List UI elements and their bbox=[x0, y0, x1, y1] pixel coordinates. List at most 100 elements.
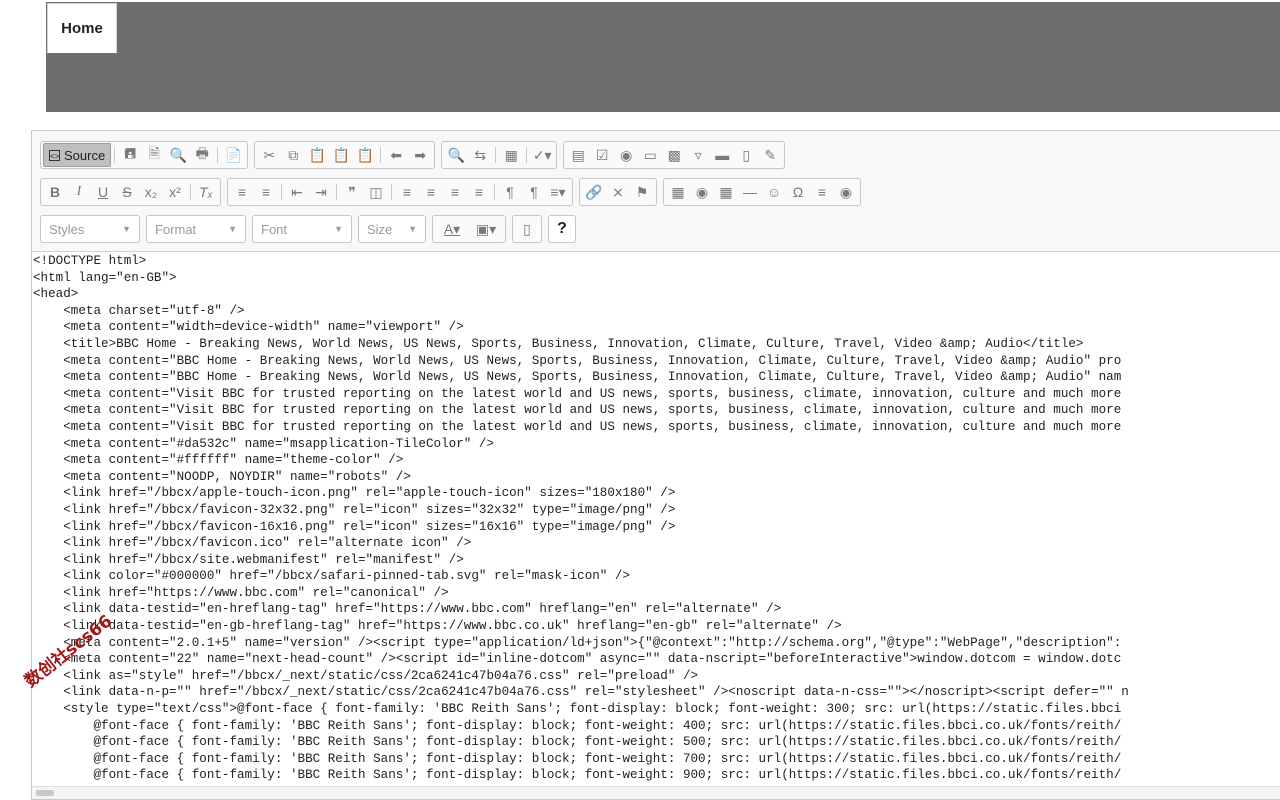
code-line: <link color="#000000" href="/bbcx/safari… bbox=[33, 569, 631, 584]
replace-icon[interactable]: ⇆ bbox=[468, 143, 492, 167]
tab-home[interactable]: Home bbox=[47, 3, 117, 53]
button-field-icon[interactable]: ▬ bbox=[710, 143, 734, 167]
code-line: @font-face { font-family: 'BBC Reith San… bbox=[33, 768, 1122, 783]
font-label: Font bbox=[261, 221, 288, 237]
code-line: <meta content="BBC Home - Breaking News,… bbox=[33, 370, 1122, 385]
redo-icon[interactable]: ➡ bbox=[408, 143, 432, 167]
code-line: <link href="https://www.bbc.com" rel="ca… bbox=[33, 585, 449, 600]
source-button[interactable]: <> Source bbox=[43, 143, 112, 167]
text-color-icon[interactable]: A▾ bbox=[435, 217, 469, 241]
paste-text-icon[interactable]: 📋 bbox=[329, 143, 353, 167]
size-dropdown[interactable]: Size ▼ bbox=[358, 215, 426, 243]
select-field-icon[interactable]: ▿ bbox=[686, 143, 710, 167]
image-button-icon[interactable]: ▯ bbox=[734, 143, 758, 167]
italic-icon[interactable]: I bbox=[67, 180, 91, 204]
format-dropdown[interactable]: Format ▼ bbox=[146, 215, 246, 243]
help-button[interactable]: ? bbox=[548, 215, 576, 243]
format-label: Format bbox=[155, 221, 197, 237]
blockquote-icon[interactable]: ❞ bbox=[340, 180, 364, 204]
toolbar-separator bbox=[336, 184, 337, 200]
text-direction-rtl-icon[interactable]: ¶ bbox=[522, 180, 546, 204]
select-all-icon[interactable]: ▦ bbox=[499, 143, 523, 167]
toolbar-group-paragraph: ≡ ≡ ⇤ ⇥ ❞ ◫ ≡ ≡ ≡ ≡ ¶ ¶ ≡▾ bbox=[227, 178, 573, 206]
code-line: <meta content="Visit BBC for trusted rep… bbox=[33, 403, 1122, 418]
text-field-icon[interactable]: ▭ bbox=[638, 143, 662, 167]
outdent-icon[interactable]: ⇤ bbox=[285, 180, 309, 204]
code-line: <meta content="width=device-width" name=… bbox=[33, 320, 464, 335]
code-line: <link as="style" href="/bbcx/_next/stati… bbox=[33, 668, 699, 683]
code-line: <meta content="#da532c" name="msapplicat… bbox=[33, 436, 495, 451]
superscript-icon[interactable]: x² bbox=[163, 180, 187, 204]
cut-icon[interactable]: ✂ bbox=[257, 143, 281, 167]
bulleted-list-icon[interactable]: ≡ bbox=[254, 180, 278, 204]
smiley-icon[interactable]: ☺ bbox=[762, 180, 786, 204]
code-line: <link href="/bbcx/favicon-32x32.png" rel… bbox=[33, 502, 676, 517]
size-label: Size bbox=[367, 221, 393, 237]
unlink-icon[interactable]: ⨯ bbox=[606, 180, 630, 204]
templates-icon[interactable]: 📄 bbox=[221, 143, 245, 167]
tab-bar bbox=[46, 2, 1280, 112]
font-dropdown[interactable]: Font ▼ bbox=[252, 215, 352, 243]
language-icon[interactable]: ≡▾ bbox=[546, 180, 570, 204]
indent-icon[interactable]: ⇥ bbox=[309, 180, 333, 204]
toolbar-group-basic-styles: B I U S x₂ x² Tₓ bbox=[40, 178, 221, 206]
copy-icon[interactable]: ⧉ bbox=[281, 143, 305, 167]
table-icon[interactable]: ▦ bbox=[714, 180, 738, 204]
page-break-icon[interactable]: ≡ bbox=[810, 180, 834, 204]
remove-format-icon[interactable]: Tₓ bbox=[194, 180, 218, 204]
toolbar-group-forms: ▤ ☑ ◉ ▭ ▩ ▿ ▬ ▯ ✎ bbox=[563, 141, 786, 169]
toolbar-group-editing: 🔍 ⇆ ▦ ✓▾ bbox=[441, 141, 558, 169]
code-line: @font-face { font-family: 'BBC Reith San… bbox=[33, 718, 1122, 733]
print-icon[interactable]: 🖶 bbox=[190, 143, 214, 167]
align-justify-icon[interactable]: ≡ bbox=[467, 180, 491, 204]
spellcheck-icon[interactable]: ✓▾ bbox=[530, 143, 554, 167]
code-line: <meta content="NOODP, NOYDIR" name="robo… bbox=[33, 469, 411, 484]
preview-icon[interactable]: 🔍 bbox=[166, 143, 190, 167]
code-line: <link href="/bbcx/favicon-16x16.png" rel… bbox=[33, 519, 676, 534]
image-icon[interactable]: ▦ bbox=[666, 180, 690, 204]
find-icon[interactable]: 🔍 bbox=[444, 143, 468, 167]
subscript-icon[interactable]: x₂ bbox=[139, 180, 163, 204]
toolbar-group-document: <> Source 🖪 🗎 🔍 🖶 📄 bbox=[40, 141, 249, 169]
paste-word-icon[interactable]: 📋 bbox=[353, 143, 377, 167]
align-center-icon[interactable]: ≡ bbox=[419, 180, 443, 204]
div-container-icon[interactable]: ◫ bbox=[364, 180, 388, 204]
toolbar-group-insert: ▦ ◉ ▦ ― ☺ Ω ≡ ◉ bbox=[663, 178, 861, 206]
new-page-icon[interactable]: 🗎 bbox=[142, 143, 166, 167]
form-icon[interactable]: ▤ bbox=[566, 143, 590, 167]
code-line: <meta content="Visit BBC for trusted rep… bbox=[33, 419, 1122, 434]
checkbox-icon[interactable]: ☑ bbox=[590, 143, 614, 167]
strike-icon[interactable]: S bbox=[115, 180, 139, 204]
paste-icon[interactable]: 📋 bbox=[305, 143, 329, 167]
undo-icon[interactable]: ⬅ bbox=[384, 143, 408, 167]
flash-icon[interactable]: ◉ bbox=[690, 180, 714, 204]
code-line: <style type="text/css">@font-face { font… bbox=[33, 702, 1122, 717]
special-char-icon[interactable]: Ω bbox=[786, 180, 810, 204]
code-line: <meta content="2.0.1+5" name="version" /… bbox=[33, 635, 1122, 650]
toolbar-row-2: B I U S x₂ x² Tₓ ≡ ≡ ⇤ ⇥ ❞ ◫ ≡ ≡ ≡ ≡ ¶ ¶… bbox=[40, 177, 867, 207]
textarea-icon[interactable]: ▩ bbox=[662, 143, 686, 167]
underline-icon[interactable]: U bbox=[91, 180, 115, 204]
text-direction-ltr-icon[interactable]: ¶ bbox=[498, 180, 522, 204]
toolbar-separator bbox=[190, 184, 191, 200]
code-line: <meta content="Visit BBC for trusted rep… bbox=[33, 386, 1122, 401]
bold-icon[interactable]: B bbox=[43, 180, 67, 204]
code-line: <link data-testid="en-hreflang-tag" href… bbox=[33, 602, 782, 617]
hidden-field-icon[interactable]: ✎ bbox=[758, 143, 782, 167]
anchor-icon[interactable]: ⚑ bbox=[630, 180, 654, 204]
toolbar-row-1: <> Source 🖪 🗎 🔍 🖶 📄 ✂ ⧉ 📋 📋 📋 ⬅ ➡ 🔍 ⇆ ▦ … bbox=[40, 140, 791, 170]
background-color-icon[interactable]: ▣▾ bbox=[469, 217, 503, 241]
align-right-icon[interactable]: ≡ bbox=[443, 180, 467, 204]
iframe-icon[interactable]: ◉ bbox=[834, 180, 858, 204]
source-code-textarea[interactable]: <!DOCTYPE html> <html lang="en-GB"> <head>… bbox=[32, 253, 1280, 783]
horizontal-rule-icon[interactable]: ― bbox=[738, 180, 762, 204]
resize-handle[interactable] bbox=[36, 790, 54, 796]
styles-dropdown[interactable]: Styles ▼ bbox=[40, 215, 140, 243]
numbered-list-icon[interactable]: ≡ bbox=[230, 180, 254, 204]
maximize-icon[interactable]: ▯ bbox=[515, 217, 539, 241]
toolbar-separator bbox=[391, 184, 392, 200]
save-icon[interactable]: 🖪 bbox=[118, 143, 142, 167]
link-icon[interactable]: 🔗 bbox=[582, 180, 606, 204]
align-left-icon[interactable]: ≡ bbox=[395, 180, 419, 204]
radio-icon[interactable]: ◉ bbox=[614, 143, 638, 167]
